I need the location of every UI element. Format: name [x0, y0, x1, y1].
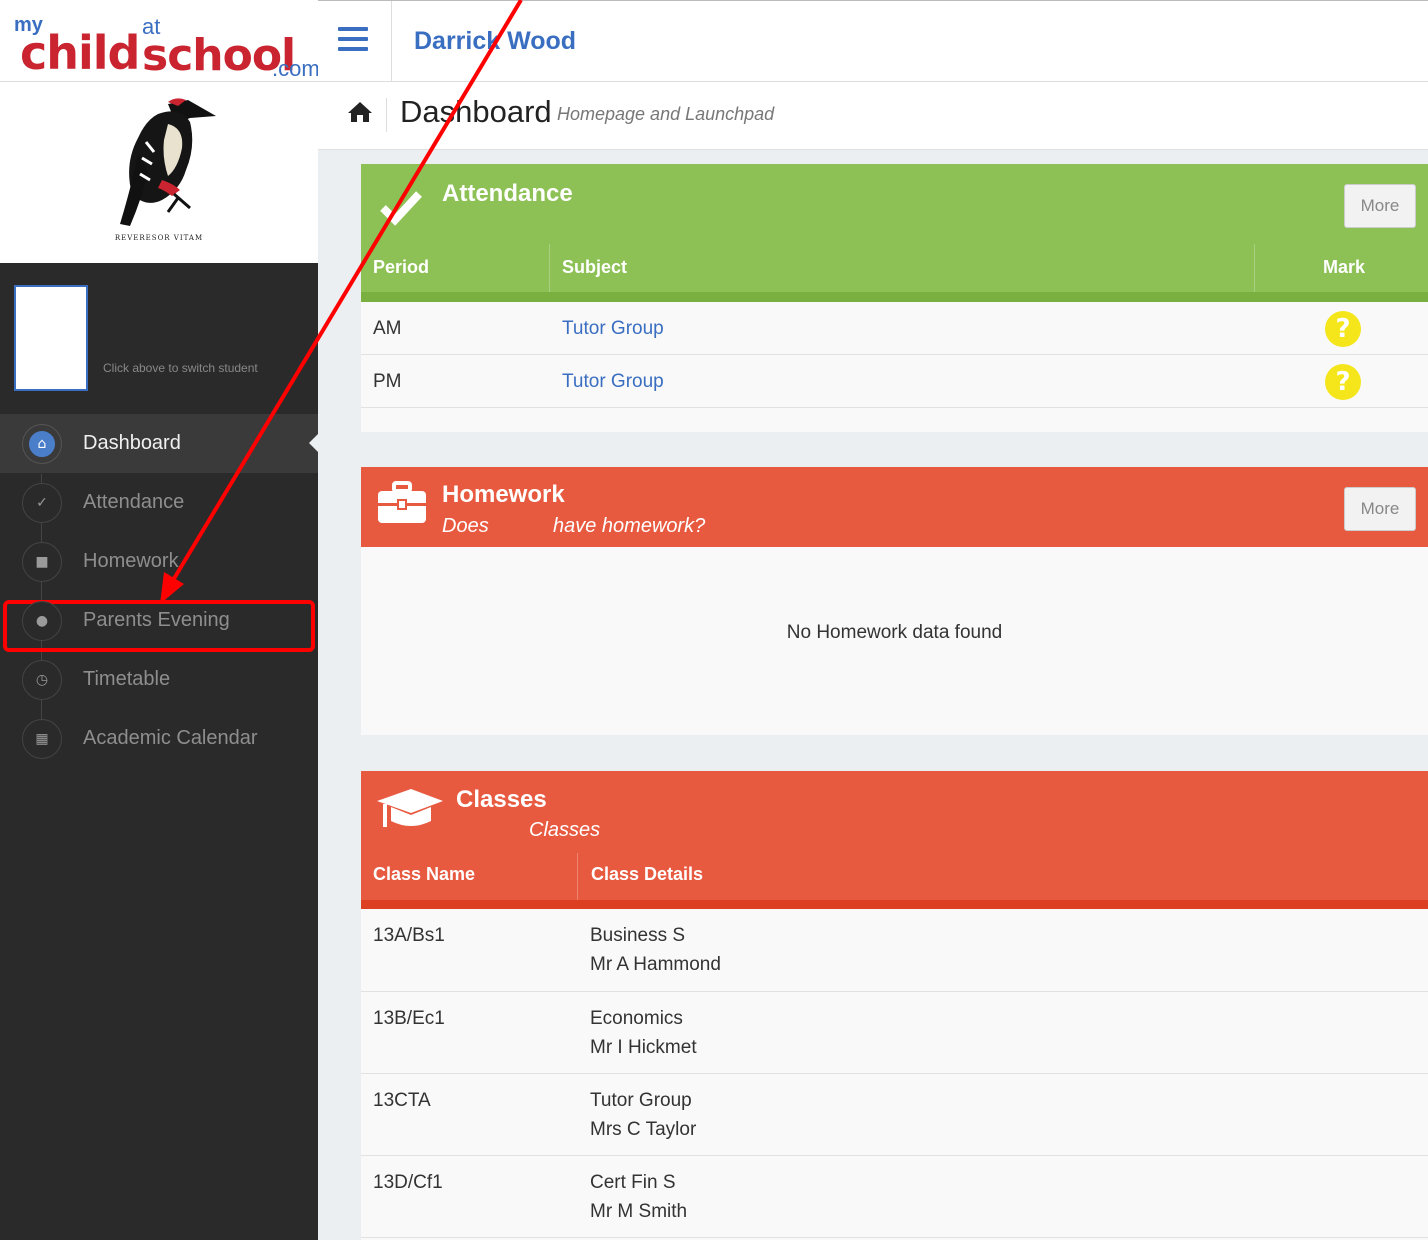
- calendar-icon: ▦: [22, 718, 62, 759]
- clock-icon: ◷: [22, 659, 62, 700]
- briefcase-icon: ■: [22, 541, 62, 582]
- home-icon: ⌂: [23, 424, 61, 463]
- users-icon: ●: [22, 600, 62, 641]
- annotation-arrow-icon: [160, 0, 523, 604]
- check-icon: ✓: [22, 482, 62, 523]
